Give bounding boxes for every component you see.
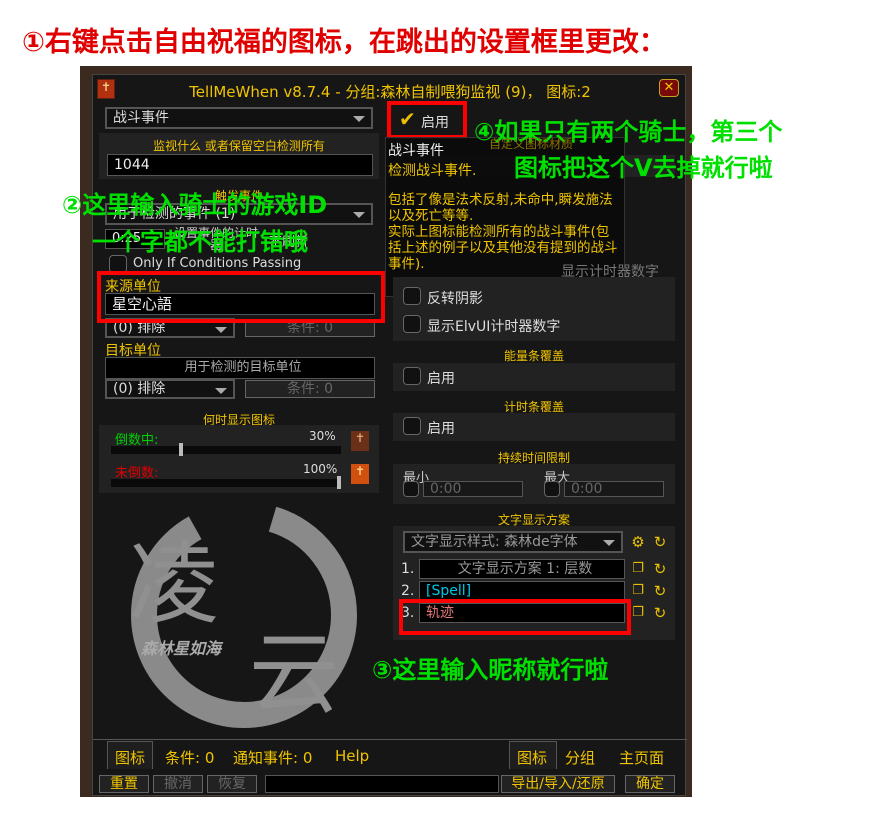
tab-main[interactable]: 主页面 (619, 747, 664, 768)
slider-handle[interactable] (337, 476, 341, 489)
invert-shadow-label: 反转阴影 (427, 291, 483, 307)
counting-slider[interactable] (111, 443, 341, 456)
dest-unit-input[interactable]: 用于检测的目标单位 (105, 357, 375, 379)
annotation-step2-line2: 一个字都不能打错哦 (92, 228, 308, 256)
watermark-char-yun: 云 (249, 622, 339, 727)
divider (93, 739, 687, 740)
tab-right-icon[interactable]: 图标 (517, 747, 547, 768)
gear-icon[interactable]: ⚙ (629, 533, 647, 551)
icon-type-value: 战斗事件 (113, 110, 169, 126)
icon-type-dropdown[interactable]: 战斗事件 (105, 107, 373, 129)
copy-icon[interactable]: ❐ (629, 560, 647, 578)
max-input[interactable]: 0:00 (564, 481, 664, 497)
tab-help[interactable]: Help (335, 747, 369, 765)
status-bar (265, 775, 499, 793)
what-input[interactable]: 1044 (107, 154, 373, 176)
tab-group[interactable]: 分组 (565, 747, 595, 768)
timer-bar-checkbox[interactable] (403, 417, 421, 435)
watermark-text: 森林星如海 (141, 639, 222, 658)
power-bar-label: 能量条覆盖 (503, 349, 564, 363)
min-input[interactable]: 0:00 (423, 481, 523, 497)
what-label: 监视什么 或者保留空白检测所有 (153, 139, 325, 153)
close-button[interactable]: ✕ (659, 79, 679, 97)
copy-icon[interactable]: ❐ (629, 582, 647, 600)
reset-icon[interactable]: ↻ (651, 560, 669, 578)
text-row-input[interactable]: [Spell] (419, 581, 625, 601)
not-counting-icon-preview: ✝ (351, 464, 369, 484)
watermark-logo: 凌 云 (129, 502, 357, 728)
chevron-down-icon (603, 540, 615, 546)
min-checkbox[interactable] (403, 481, 419, 497)
annotation-step3: ③这里输入昵称就行啦 (372, 656, 609, 684)
only-if-conditions-label: Only If Conditions Passing (133, 256, 302, 271)
reset-button[interactable]: 重置 (99, 775, 149, 793)
annotation-step1: ①右键点击自由祝福的图标，在跳出的设置框里更改： (22, 27, 666, 58)
chevron-down-icon (215, 388, 227, 394)
export-import-button[interactable]: 导出/导入/还原 (501, 775, 615, 793)
chevron-down-icon (353, 116, 365, 122)
elvui-timer-checkbox[interactable] (403, 315, 421, 333)
chevron-down-icon (353, 212, 365, 218)
custom-texture-label: 自定义图标材质 (489, 137, 574, 151)
tab-icon[interactable]: 图标 (115, 747, 145, 768)
tab-conditions[interactable]: 条件: 0 (165, 747, 214, 768)
highlight-box-source (97, 271, 385, 323)
text-row-number: 1. (401, 561, 415, 577)
timer-bar-enable-label: 启用 (427, 421, 455, 437)
watermark-char-ling: 凌 (129, 532, 219, 637)
annotation-step4-line2: 图标把这个V去掉就行啦 (514, 154, 773, 182)
ok-button[interactable]: 确定 (625, 775, 675, 793)
invert-shadow-checkbox[interactable] (403, 287, 421, 305)
dest-exclude-value: (0) 排除 (113, 381, 166, 397)
chevron-down-icon (215, 327, 227, 333)
redo-button[interactable]: 恢复 (207, 775, 257, 793)
not-counting-slider[interactable] (111, 476, 341, 489)
elvui-timer-label: 显示ElvUI计时器数字 (427, 319, 561, 335)
annotation-step2-line1: ②这里输入骑士的游戏ID (62, 191, 328, 219)
window-title: TellMeWhen v8.7.4 - 分组:森林自制喂狗监视 (9)， 图标:… (189, 83, 591, 101)
tooltip-body: 包括了像是法术反射,未命中,瞬发施法以及死亡等等. 实际上图标能检测所有的战斗事… (388, 192, 618, 272)
undo-button[interactable]: 撤消 (153, 775, 203, 793)
slider-handle[interactable] (178, 443, 183, 456)
dest-conditions-button[interactable]: 条件: 0 (245, 380, 375, 398)
dest-exclude-dropdown[interactable]: (0) 排除 (105, 379, 235, 399)
reset-icon[interactable]: ↻ (651, 533, 669, 551)
max-checkbox[interactable] (544, 481, 560, 497)
text-row-number: 2. (401, 583, 415, 599)
reset-icon[interactable]: ↻ (651, 604, 669, 622)
copy-icon[interactable]: ❐ (629, 604, 647, 622)
not-counting-value: 100% (303, 462, 338, 476)
text-row-input[interactable]: 文字显示方案 1: 层数 (419, 559, 625, 579)
tab-notifications[interactable]: 通知事件: 0 (233, 747, 312, 768)
power-bar-enable-label: 启用 (427, 371, 455, 387)
text-style-value: 文字显示样式: 森林de字体 (411, 534, 578, 550)
highlight-box-enabled (387, 101, 467, 139)
power-bar-checkbox[interactable] (403, 367, 421, 385)
counting-value: 30% (309, 429, 336, 443)
text-style-dropdown[interactable]: 文字显示样式: 森林de字体 (403, 531, 623, 553)
highlight-box-nickname (399, 599, 631, 635)
reset-icon[interactable]: ↻ (651, 582, 669, 600)
counting-icon-preview: ✝ (351, 431, 369, 451)
